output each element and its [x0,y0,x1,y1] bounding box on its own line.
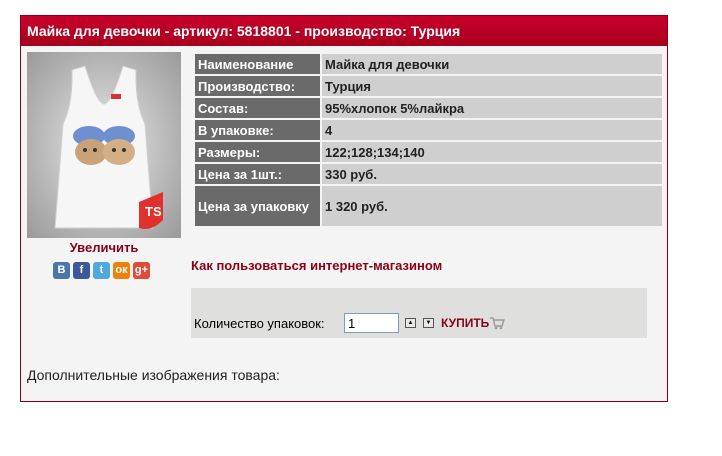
order-box: Количество упаковок: ▲ ▼ КУПИТЬ [191,288,647,338]
spec-value: 122;128;134;140 [322,142,662,162]
spec-value: 1 320 руб. [322,186,662,226]
spec-key: Производство: [195,76,320,96]
spec-value: 95%хлопок 5%лайкра [322,98,662,118]
spec-key: Размеры: [195,142,320,162]
spec-value: Турция [322,76,662,96]
enlarge-link[interactable]: Увеличить [27,240,181,255]
additional-images-label: Дополнительные изображения товара: [27,367,280,383]
spec-key: Состав: [195,98,320,118]
spec-row: Размеры: 122;128;134;140 [195,142,662,162]
google-plus-icon[interactable]: g+ [133,262,150,279]
spec-row: Состав: 95%хлопок 5%лайкра [195,98,662,118]
quantity-up-icon[interactable]: ▲ [405,318,416,328]
product-panel: Майка для девочки - артикул: 5818801 - п… [20,15,668,402]
spec-row: В упаковке: 4 [195,120,662,140]
social-share-row: В f t ок g+ [53,262,150,280]
spec-row: Наименование Майка для девочки [195,54,662,74]
spec-value: 330 руб. [322,164,662,184]
spec-key: В упаковке: [195,120,320,140]
product-specs-table: Наименование Майка для девочки Производс… [193,52,664,228]
spec-key: Цена за 1шт.: [195,164,320,184]
odnoklassniki-icon[interactable]: ок [113,262,130,279]
quantity-down-icon[interactable]: ▼ [423,318,434,328]
facebook-icon[interactable]: f [73,262,90,279]
how-to-use-shop-link[interactable]: Как пользоваться интернет-магазином [191,258,442,273]
svg-text:TS: TS [145,204,162,219]
spec-row: Производство: Турция [195,76,662,96]
spec-value: Майка для девочки [322,54,662,74]
spec-key: Наименование [195,54,320,74]
cart-icon[interactable] [489,316,505,330]
spec-row: Цена за упаковку 1 320 руб. [195,186,662,226]
quantity-label: Количество упаковок: [194,316,325,331]
quantity-input[interactable] [344,313,399,333]
spec-key: Цена за упаковку [195,186,320,226]
product-image[interactable]: TS [27,52,181,238]
twitter-icon[interactable]: t [93,262,110,279]
buy-button[interactable]: КУПИТЬ [441,316,489,330]
tank-top-product-photo: TS [54,65,163,229]
vk-icon[interactable]: В [53,262,70,279]
product-title: Майка для девочки - артикул: 5818801 - п… [21,16,667,46]
spec-row: Цена за 1шт.: 330 руб. [195,164,662,184]
spec-value: 4 [322,120,662,140]
